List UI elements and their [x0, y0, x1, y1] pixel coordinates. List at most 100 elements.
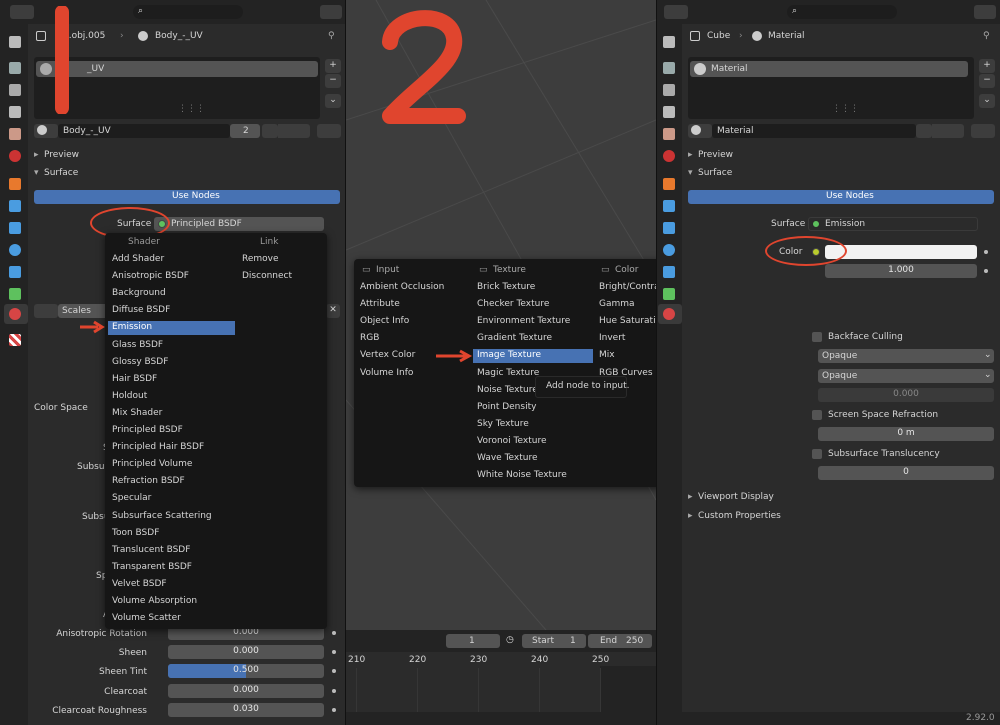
keyframe-dot[interactable] — [332, 631, 336, 635]
node-item-point-density[interactable]: Point Density — [473, 401, 593, 415]
preview-panel-header[interactable]: Preview — [44, 150, 79, 161]
options-button-right[interactable] — [974, 5, 996, 19]
keyframe-dot[interactable] — [984, 269, 988, 273]
clearcoat-slider[interactable]: 0.000 — [168, 684, 324, 698]
resize-grip-icon-right[interactable]: ⋮⋮⋮ — [832, 104, 859, 115]
clip-threshold-slider[interactable]: 0.000 — [818, 388, 994, 402]
ssr-checkbox[interactable] — [812, 410, 822, 420]
keyframe-dot[interactable] — [332, 689, 336, 693]
shader-item-refraction-bsdf[interactable]: Refraction BSDF — [108, 475, 235, 489]
duplicate-material-button-right[interactable] — [932, 124, 948, 138]
node-item-checker-texture[interactable]: Checker Texture — [473, 298, 593, 312]
material-tab-icon[interactable] — [9, 308, 21, 320]
node-item-wave-texture[interactable]: Wave Texture — [473, 452, 593, 466]
stopwatch-icon[interactable]: ◷ — [506, 635, 514, 646]
shader-item-anisotropic-bsdf[interactable]: Anisotropic BSDF — [108, 270, 235, 284]
world-tab-icon[interactable] — [9, 150, 21, 162]
remove-slot-button[interactable]: − — [325, 74, 341, 88]
link-remove-item[interactable]: Remove — [238, 253, 279, 267]
output-tab-icon[interactable] — [9, 84, 21, 96]
color-swatch[interactable] — [825, 245, 977, 259]
node-item-rgb[interactable]: RGB — [356, 332, 476, 346]
shader-item-glossy-bsdf[interactable]: Glossy BSDF — [108, 356, 235, 370]
keyframe-dot[interactable] — [984, 250, 988, 254]
constraints-tab-icon[interactable] — [663, 266, 675, 278]
pin-icon[interactable]: ⚲ — [328, 31, 335, 42]
material-tab-icon[interactable] — [663, 308, 675, 320]
editor-type-button-right[interactable] — [664, 5, 688, 19]
shader-item-volume-scatter[interactable]: Volume Scatter — [108, 612, 235, 626]
shader-item-diffuse-bsdf[interactable]: Diffuse BSDF — [108, 304, 235, 318]
sst-checkbox[interactable] — [812, 449, 822, 459]
world-tab-icon[interactable] — [663, 150, 675, 162]
shader-item-holdout[interactable]: Holdout — [108, 390, 235, 404]
custom-properties-header[interactable]: Custom Properties — [698, 511, 781, 522]
keyframe-dot[interactable] — [332, 650, 336, 654]
node-item-attribute[interactable]: Attribute — [356, 298, 476, 312]
node-link-button[interactable] — [317, 124, 341, 138]
shader-item-toon-bsdf[interactable]: Toon BSDF — [108, 527, 235, 541]
shader-item-translucent-bsdf[interactable]: Translucent BSDF — [108, 544, 235, 558]
constraints-tab-icon[interactable] — [9, 266, 21, 278]
data-tab-icon[interactable] — [9, 288, 21, 300]
unlink-material-button-right[interactable] — [948, 124, 964, 138]
clearcoat-roughness-slider[interactable]: 0.030 — [168, 703, 324, 717]
link-disconnect-item[interactable]: Disconnect — [238, 270, 292, 284]
scene-tab-icon[interactable] — [663, 128, 675, 140]
shader-item-velvet-bsdf[interactable]: Velvet BSDF — [108, 578, 235, 592]
shader-item-subsurface-scattering[interactable]: Subsurface Scattering — [108, 510, 235, 524]
node-item-environment-texture[interactable]: Environment Texture — [473, 315, 593, 329]
resize-grip-icon[interactable]: ⋮⋮⋮ — [178, 104, 205, 115]
node-item-volume-info[interactable]: Volume Info — [356, 367, 476, 381]
surface-panel-header[interactable]: Surface — [44, 168, 78, 179]
tool-tab-icon[interactable] — [663, 36, 675, 48]
node-item-ambient-occlusion[interactable]: Ambient Occlusion — [356, 281, 476, 295]
node-item-object-info[interactable]: Object Info — [356, 315, 476, 329]
data-tab-icon[interactable] — [663, 288, 675, 300]
shader-item-add-shader[interactable]: Add Shader — [108, 253, 235, 267]
fake-user-button-right[interactable] — [916, 124, 932, 138]
shader-item-principled-volume[interactable]: Principled Volume — [108, 458, 235, 472]
slot-specials-button[interactable]: ⌄ — [325, 94, 341, 108]
render-tab-icon[interactable] — [663, 62, 675, 74]
shader-item-volume-absorption[interactable]: Volume Absorption — [108, 595, 235, 609]
node-item-gradient-texture[interactable]: Gradient Texture — [473, 332, 593, 346]
shader-item-mix-shader[interactable]: Mix Shader — [108, 407, 235, 421]
object-tab-icon[interactable] — [9, 178, 21, 190]
modifier-tab-icon[interactable] — [663, 200, 675, 212]
search-field[interactable] — [133, 5, 243, 19]
viewport-display-header[interactable]: Viewport Display — [698, 492, 774, 503]
modifier-tab-icon[interactable] — [9, 200, 21, 212]
node-item-white-noise-texture[interactable]: White Noise Texture — [473, 469, 593, 483]
particles-tab-icon[interactable] — [663, 222, 675, 234]
particles-tab-icon[interactable] — [9, 222, 21, 234]
node-item-brick-texture[interactable]: Brick Texture — [473, 281, 593, 295]
unlink-material-button[interactable] — [294, 124, 310, 138]
fake-user-button[interactable] — [262, 124, 278, 138]
refraction-depth-slider[interactable]: 0 m — [818, 427, 994, 441]
texture-tab-icon[interactable] — [9, 334, 21, 346]
render-tab-icon[interactable] — [9, 62, 21, 74]
physics-tab-icon[interactable] — [663, 244, 675, 256]
editor-type-button[interactable] — [10, 5, 34, 19]
node-item-sky-texture[interactable]: Sky Texture — [473, 418, 593, 432]
output-tab-icon[interactable] — [663, 84, 675, 96]
shader-item-specular[interactable]: Specular — [108, 492, 235, 506]
sheen-tint-slider[interactable]: 0.500 — [168, 664, 324, 678]
slot-specials-button-right[interactable]: ⌄ — [979, 94, 995, 108]
object-tab-icon[interactable] — [663, 178, 675, 190]
shader-item-principled-bsdf[interactable]: Principled BSDF — [108, 424, 235, 438]
view-layer-tab-icon[interactable] — [663, 106, 675, 118]
shader-item-principled-hair-bsdf[interactable]: Principled Hair BSDF — [108, 441, 235, 455]
remove-slot-button-right[interactable]: − — [979, 74, 995, 88]
shader-item-transparent-bsdf[interactable]: Transparent BSDF — [108, 561, 235, 575]
search-field-right[interactable] — [787, 5, 897, 19]
shader-item-hair-bsdf[interactable]: Hair BSDF — [108, 373, 235, 387]
shader-item-glass-bsdf[interactable]: Glass BSDF — [108, 339, 235, 353]
add-slot-button[interactable]: + — [325, 59, 341, 73]
duplicate-material-button[interactable] — [278, 124, 294, 138]
unlink-image-button[interactable]: ✕ — [326, 304, 340, 318]
keyframe-dot[interactable] — [332, 708, 336, 712]
node-item-image-texture[interactable]: Image Texture — [473, 349, 593, 364]
surface-panel-header-right[interactable]: Surface — [698, 168, 732, 179]
